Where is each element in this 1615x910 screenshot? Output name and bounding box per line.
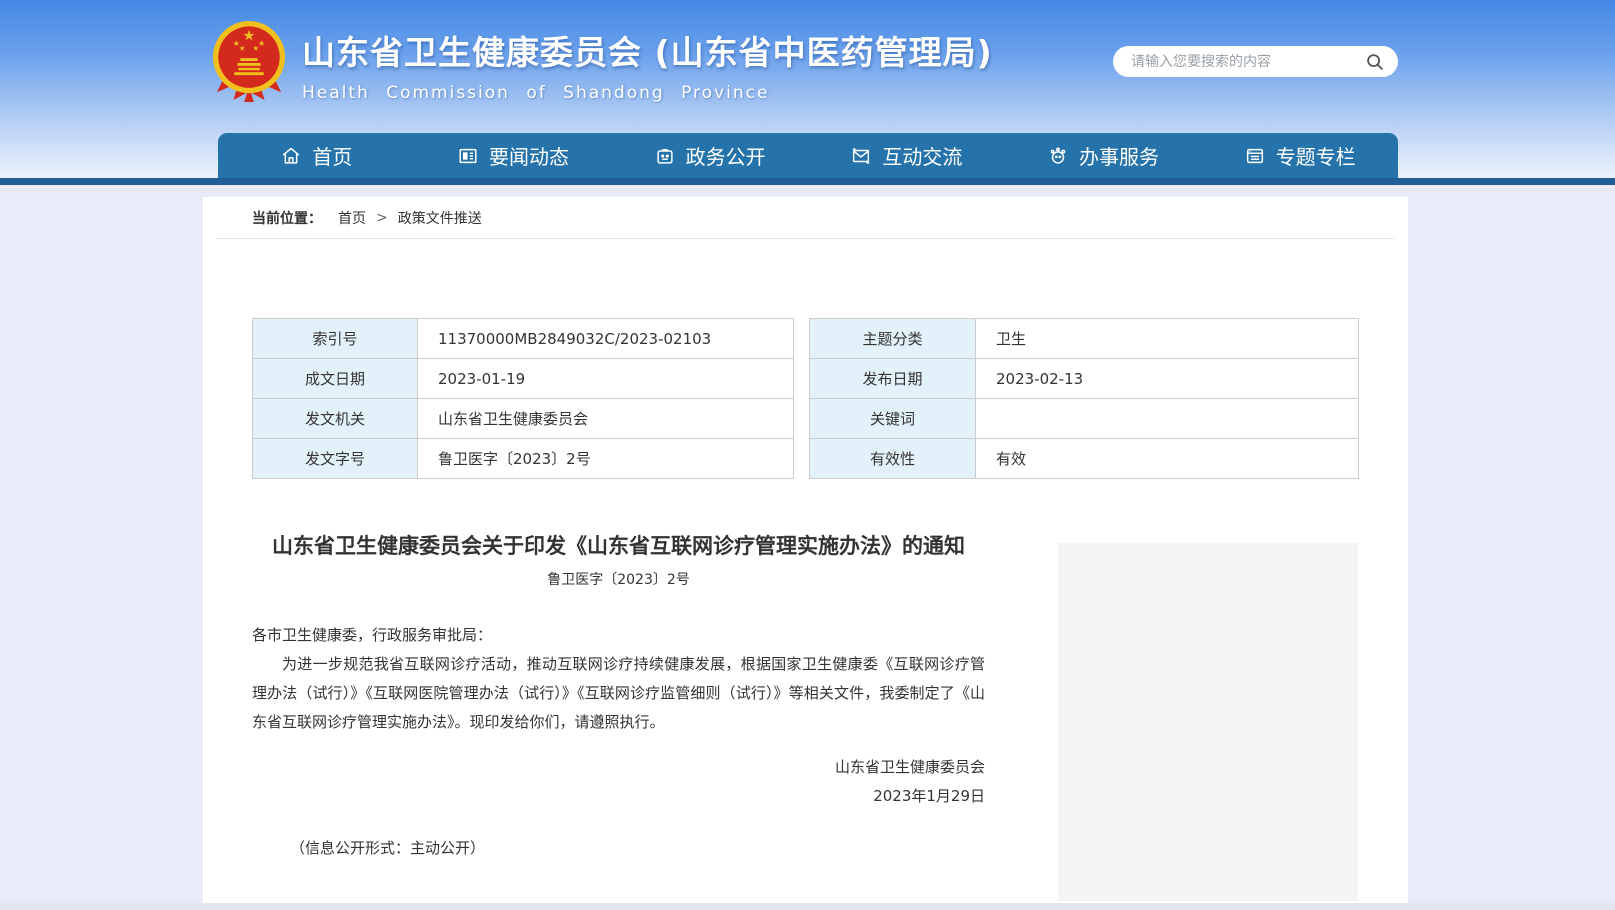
nav-item-gov-open[interactable]: 政务公开 (611, 133, 808, 178)
site-subtitle: Health Commission of Shandong Province (302, 83, 993, 103)
nav-item-interaction[interactable]: 互动交流 (808, 133, 1005, 178)
meta-table-gap (794, 318, 809, 479)
table-row: 关键词 (810, 399, 1359, 439)
topics-icon (1244, 145, 1266, 167)
breadcrumb-home-link[interactable]: 首页 (338, 208, 366, 228)
meta-value: 2023-02-13 (976, 359, 1359, 399)
disclosure-note: （信息公开形式：主动公开） (252, 837, 985, 858)
meta-label: 发布日期 (810, 359, 976, 399)
attachment-panel (1058, 543, 1358, 901)
article-body: 各市卫生健康委，行政服务审批局： 为进一步规范我省互联网诊疗活动，推动互联网诊疗… (252, 621, 985, 737)
gov-open-icon (654, 145, 676, 167)
table-row: 发布日期 2023-02-13 (810, 359, 1359, 399)
meta-value: 卫生 (976, 319, 1359, 359)
news-icon (457, 145, 479, 167)
article-paragraph: 为进一步规范我省互联网诊疗活动，推动互联网诊疗持续健康发展，根据国家卫生健康委《… (252, 650, 985, 737)
search-input[interactable] (1131, 54, 1364, 70)
meta-label: 成文日期 (253, 359, 418, 399)
article-doc-number: 鲁卫医字〔2023〕2号 (252, 569, 985, 589)
footer-strip (0, 903, 1615, 910)
nav-item-label: 要闻动态 (489, 141, 569, 170)
article-salutation: 各市卫生健康委，行政服务审批局： (252, 621, 985, 650)
table-row: 有效性 有效 (810, 439, 1359, 479)
header-divider-bar (0, 178, 1615, 185)
national-emblem-icon (210, 18, 288, 104)
home-icon (280, 145, 302, 167)
meta-value: 2023-01-19 (418, 359, 794, 399)
meta-label: 主题分类 (810, 319, 976, 359)
table-row: 主题分类 卫生 (810, 319, 1359, 359)
sign-date: 2023年1月29日 (252, 782, 985, 811)
table-row: 发文机关 山东省卫生健康委员会 (253, 399, 794, 439)
meta-label: 索引号 (253, 319, 418, 359)
doc-meta-table-left: 索引号 11370000MB2849032C/2023-02103 成文日期 2… (252, 318, 794, 479)
article: 山东省卫生健康委员会关于印发《山东省互联网诊疗管理实施办法》的通知 鲁卫医字〔2… (252, 531, 985, 858)
meta-label: 发文机关 (253, 399, 418, 439)
table-row: 索引号 11370000MB2849032C/2023-02103 (253, 319, 794, 359)
table-row: 成文日期 2023-01-19 (253, 359, 794, 399)
breadcrumb-separator: > (376, 210, 388, 226)
nav-item-label: 政务公开 (686, 141, 766, 170)
nav-item-label: 专题专栏 (1276, 141, 1356, 170)
doc-meta-tables: 索引号 11370000MB2849032C/2023-02103 成文日期 2… (252, 318, 1408, 479)
meta-value (976, 399, 1359, 439)
meta-value: 鲁卫医字〔2023〕2号 (418, 439, 794, 479)
breadcrumb-label: 当前位置： (252, 208, 322, 228)
meta-label: 发文字号 (253, 439, 418, 479)
nav-item-topics[interactable]: 专题专栏 (1201, 133, 1398, 178)
meta-value: 有效 (976, 439, 1359, 479)
signer-name: 山东省卫生健康委员会 (252, 753, 985, 782)
meta-label: 有效性 (810, 439, 976, 479)
search-icon[interactable] (1364, 51, 1386, 73)
signature-block: 山东省卫生健康委员会 2023年1月29日 (252, 753, 985, 811)
services-icon (1047, 145, 1069, 167)
doc-meta-table-right: 主题分类 卫生 发布日期 2023-02-13 关键词 有效性 有效 (809, 318, 1359, 479)
nav-item-label: 互动交流 (882, 141, 962, 170)
nav-item-news[interactable]: 要闻动态 (415, 133, 612, 178)
table-row: 发文字号 鲁卫医字〔2023〕2号 (253, 439, 794, 479)
nav-item-home[interactable]: 首页 (218, 133, 415, 178)
site-title: 山东省卫生健康委员会 (山东省中医药管理局) (302, 26, 993, 74)
meta-label: 关键词 (810, 399, 976, 439)
breadcrumb-divider (216, 238, 1395, 239)
search-box (1113, 46, 1398, 77)
main-nav: 首页 要闻动态 政务公开 互动交流 (218, 133, 1398, 178)
article-title: 山东省卫生健康委员会关于印发《山东省互联网诊疗管理实施办法》的通知 (252, 531, 985, 562)
site-brand[interactable]: 山东省卫生健康委员会 (山东省中医药管理局) Health Commission… (210, 12, 993, 104)
nav-item-services[interactable]: 办事服务 (1005, 133, 1202, 178)
main-content: 当前位置： 首页 > 政策文件推送 索引号 11370000MB2849032C… (203, 197, 1408, 903)
nav-item-label: 办事服务 (1079, 141, 1159, 170)
breadcrumb: 当前位置： 首页 > 政策文件推送 (203, 197, 1408, 238)
nav-item-label: 首页 (312, 141, 352, 170)
meta-value: 山东省卫生健康委员会 (418, 399, 794, 439)
meta-value: 11370000MB2849032C/2023-02103 (418, 319, 794, 359)
interaction-icon (850, 145, 872, 167)
breadcrumb-current-link[interactable]: 政策文件推送 (398, 208, 482, 228)
